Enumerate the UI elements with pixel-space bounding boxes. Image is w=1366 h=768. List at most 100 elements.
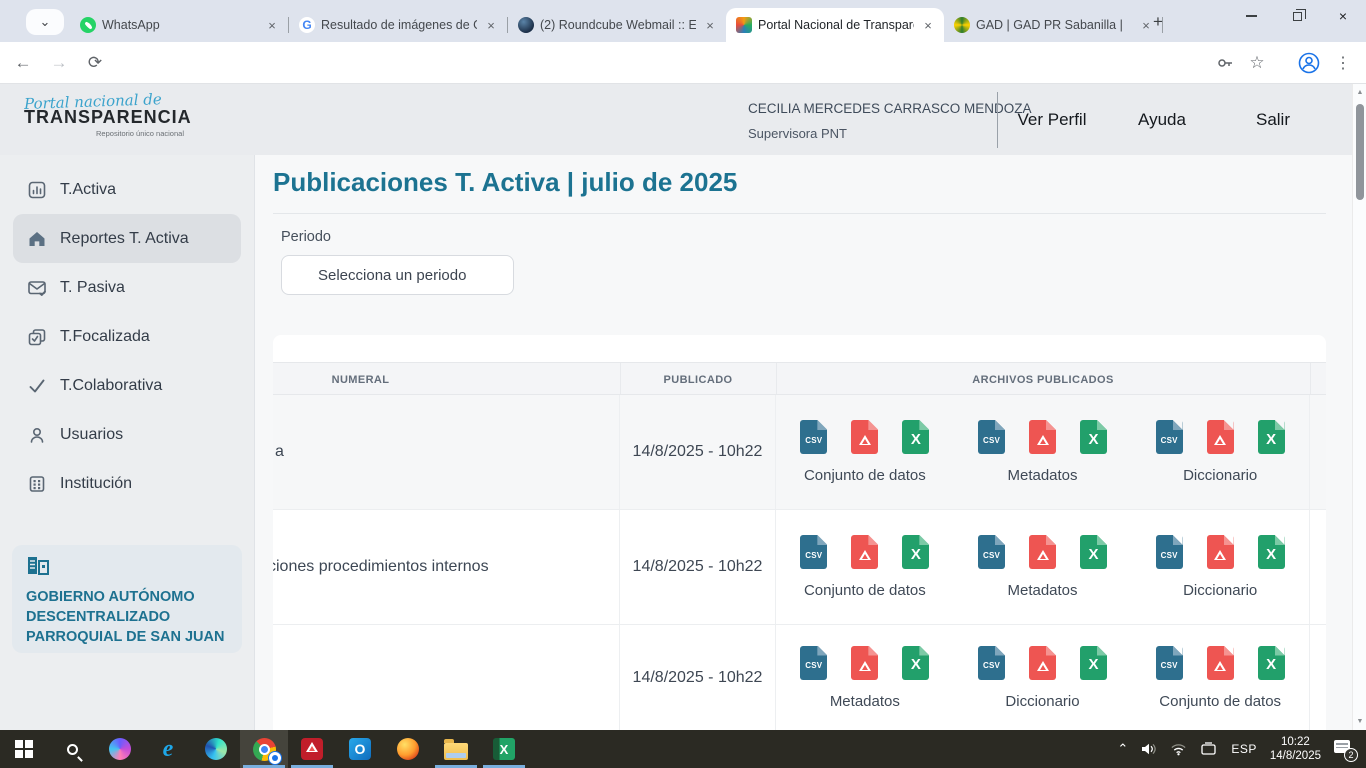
institution-card[interactable]: GOBIERNO AUTÓNOMO DESCENTRALIZADO PARROQ…	[12, 545, 242, 653]
publicado-cell: 14/8/2025 - 10h22	[620, 395, 776, 509]
xls-file-icon[interactable]: X	[902, 646, 929, 680]
tray-chevron-icon[interactable]: ⌃	[1117, 741, 1128, 757]
tab-gad[interactable]: GAD | GAD PR Sabanilla | ×	[944, 8, 1162, 42]
close-icon[interactable]: ×	[264, 17, 280, 33]
pdf-file-icon[interactable]	[1207, 535, 1234, 569]
sidebar-item-usuarios[interactable]: Usuarios	[0, 410, 254, 459]
password-key-button[interactable]	[1212, 50, 1238, 76]
csv-file-icon[interactable]: CSV	[978, 646, 1005, 680]
csv-file-icon[interactable]: CSV	[800, 646, 827, 680]
spacer-cell	[1310, 510, 1326, 624]
xls-file-icon[interactable]: X	[1258, 535, 1285, 569]
pdf-file-icon[interactable]	[1029, 420, 1056, 454]
csv-file-icon[interactable]: CSV	[1156, 420, 1183, 454]
file-group-label: Metadatos	[1007, 582, 1077, 599]
xls-file-icon[interactable]: X	[1080, 646, 1107, 680]
tab-roundcube[interactable]: (2) Roundcube Webmail :: En ×	[508, 8, 726, 42]
bookmark-star-button[interactable]: ☆	[1244, 50, 1270, 76]
csv-file-icon[interactable]: CSV	[1156, 646, 1183, 680]
csv-file-icon[interactable]: CSV	[1156, 535, 1183, 569]
file-group-label: Diccionario	[1183, 467, 1257, 484]
close-icon[interactable]: ×	[702, 17, 718, 33]
speaker-icon[interactable]	[1141, 742, 1157, 756]
pdf-file-icon[interactable]	[851, 646, 878, 680]
ver-perfil-link[interactable]: Ver Perfil	[1012, 110, 1092, 130]
pdf-file-icon[interactable]	[1207, 420, 1234, 454]
sidebar-item-t-colaborativa[interactable]: T.Colaborativa	[0, 361, 254, 410]
chrome-button[interactable]	[240, 730, 288, 768]
csv-file-icon[interactable]: CSV	[978, 420, 1005, 454]
period-select-placeholder: Selecciona un periodo	[318, 267, 466, 284]
period-select[interactable]: Selecciona un periodo	[281, 255, 514, 295]
copilot-button[interactable]	[96, 730, 144, 768]
close-icon[interactable]: ×	[483, 17, 499, 33]
file-group: CSV X Diccionario	[1131, 420, 1309, 484]
xls-file-icon[interactable]: X	[902, 420, 929, 454]
tab-whatsapp[interactable]: WhatsApp ×	[70, 8, 288, 42]
start-button[interactable]	[0, 730, 48, 768]
pdf-file-icon[interactable]	[851, 420, 878, 454]
xls-file-icon[interactable]: X	[1080, 535, 1107, 569]
profile-avatar-button[interactable]	[1296, 50, 1322, 76]
edge-button[interactable]	[192, 730, 240, 768]
pdf-file-icon[interactable]	[1029, 646, 1056, 680]
action-center-button[interactable]: 2	[1334, 740, 1354, 758]
language-indicator[interactable]: ESP	[1231, 742, 1257, 756]
forward-button[interactable]: →	[46, 50, 72, 76]
xls-file-icon[interactable]: X	[1258, 646, 1285, 680]
sidebar-item-reportes-t-activa[interactable]: Reportes T. Activa	[13, 214, 241, 263]
search-button[interactable]	[48, 730, 96, 768]
sidebar-item-institucion[interactable]: Institución	[0, 459, 254, 508]
salir-link[interactable]: Salir	[1242, 110, 1304, 130]
xls-file-icon[interactable]: X	[902, 535, 929, 569]
back-button[interactable]: ←	[10, 50, 36, 76]
tab-search-button[interactable]: ⌄	[26, 9, 64, 35]
pdf-file-icon[interactable]	[1207, 646, 1234, 680]
pdf-file-icon[interactable]	[1029, 535, 1056, 569]
firefox-button[interactable]	[384, 730, 432, 768]
star-icon: ☆	[1249, 53, 1264, 73]
avatar-icon	[1298, 52, 1320, 74]
tab-google-images[interactable]: G Resultado de imágenes de G ×	[289, 8, 507, 42]
close-window-button[interactable]: ×	[1320, 0, 1366, 32]
file-explorer-button[interactable]	[432, 730, 480, 768]
scroll-down-icon[interactable]: ▼	[1353, 718, 1366, 725]
xls-file-icon[interactable]: X	[1258, 420, 1285, 454]
pdf-glyph-icon	[1037, 550, 1049, 560]
csv-file-icon[interactable]: CSV	[800, 420, 827, 454]
connect-display-icon[interactable]	[1200, 742, 1218, 756]
page-scrollbar[interactable]: ▲ ▼	[1352, 84, 1366, 730]
new-tab-button[interactable]: +	[1146, 10, 1170, 34]
tab-portal-active[interactable]: Portal Nacional de Transpare ×	[726, 8, 944, 42]
wifi-icon[interactable]	[1170, 742, 1187, 756]
ayuda-link[interactable]: Ayuda	[1131, 110, 1193, 130]
column-divider	[776, 363, 777, 394]
clock[interactable]: 10:22 14/8/2025	[1270, 735, 1321, 763]
file-group: CSV X Metadatos	[954, 535, 1132, 599]
scrollbar-thumb[interactable]	[1356, 104, 1364, 200]
pdf-file-icon[interactable]	[851, 535, 878, 569]
minimize-button[interactable]	[1228, 0, 1274, 32]
sidebar-item-t-focalizada[interactable]: T.Focalizada	[0, 312, 254, 361]
forward-icon: →	[51, 53, 68, 73]
acrobat-button[interactable]	[288, 730, 336, 768]
archivos-cell: CSV X Conjunto de datos CSV X Metadatos	[776, 395, 1310, 509]
tab-label: GAD | GAD PR Sabanilla |	[976, 18, 1132, 32]
browser-menu-button[interactable]: ⋮	[1330, 50, 1356, 76]
internet-explorer-button[interactable]: e	[144, 730, 192, 768]
reload-button[interactable]: ⟳	[82, 50, 108, 76]
restore-button[interactable]	[1274, 0, 1320, 32]
sidebar-item-t-pasiva[interactable]: T. Pasiva	[0, 263, 254, 312]
csv-file-icon[interactable]: CSV	[978, 535, 1005, 569]
windows-logo-icon	[15, 740, 33, 758]
close-icon[interactable]: ×	[920, 17, 936, 33]
sidebar-item-label: T. Pasiva	[60, 279, 125, 297]
xls-label: X	[911, 431, 921, 448]
xls-file-icon[interactable]: X	[1080, 420, 1107, 454]
file-group-label: Diccionario	[1183, 582, 1257, 599]
sidebar-item-t-activa[interactable]: T.Activa	[0, 165, 254, 214]
excel-button[interactable]: X	[480, 730, 528, 768]
csv-file-icon[interactable]: CSV	[800, 535, 827, 569]
outlook-button[interactable]: O	[336, 730, 384, 768]
scroll-up-icon[interactable]: ▲	[1353, 89, 1366, 96]
